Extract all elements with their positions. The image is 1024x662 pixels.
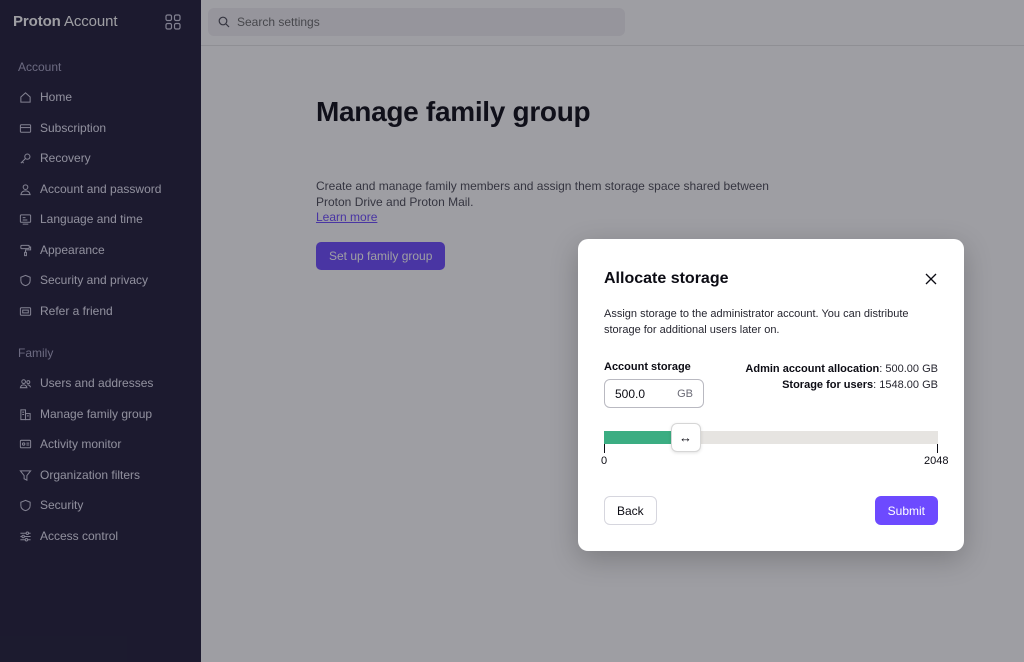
allocation-summary: Admin account allocation: 500.00 GB Stor… [745,361,938,393]
close-button[interactable] [923,271,939,287]
resize-horizontal-icon: ↔ [679,430,693,445]
slider-max-label: 2048 [924,455,949,467]
unit-label: GB [677,387,693,400]
admin-allocation-label: Admin account allocation [745,363,880,375]
back-button[interactable]: Back [604,496,657,525]
allocate-storage-dialog: Allocate storage Assign storage to the a… [578,239,964,551]
close-icon [925,273,937,285]
storage-slider-handle[interactable]: ↔ [670,423,701,452]
admin-allocation-value: : 500.00 GB [879,363,938,375]
dialog-description: Assign storage to the administrator acco… [604,308,909,336]
users-storage-value: : 1548.00 GB [873,379,938,391]
storage-slider-track[interactable]: ↔ [604,423,938,452]
account-storage-input[interactable] [615,386,671,401]
slider-max-tick [937,444,938,453]
slider-min-tick [604,444,605,453]
users-storage-label: Storage for users [782,379,874,391]
submit-button[interactable]: Submit [874,496,938,525]
dialog-title: Allocate storage [604,270,729,287]
slider-min-label: 0 [601,455,608,467]
account-storage-label: Account storage [604,361,691,373]
account-storage-field[interactable]: GB [604,379,704,408]
